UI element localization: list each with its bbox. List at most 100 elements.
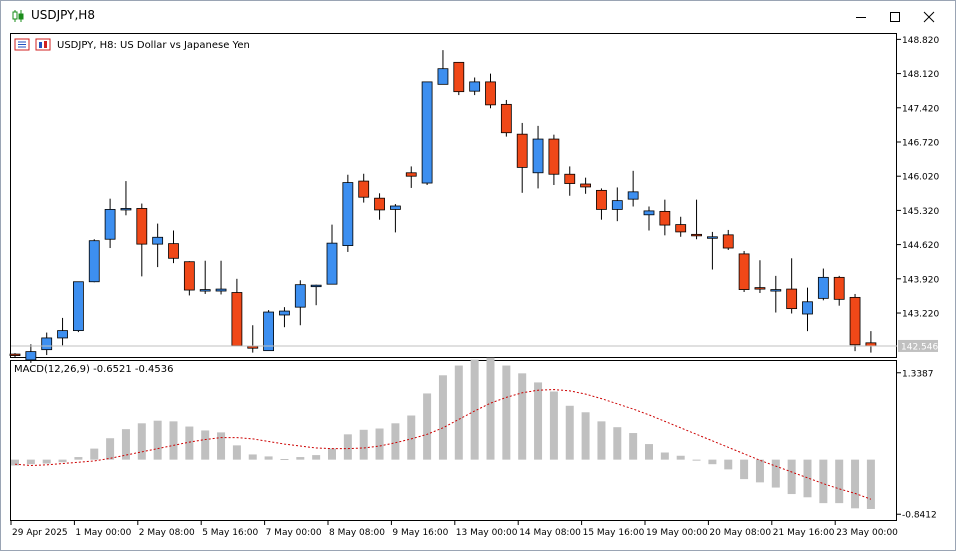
candle-body bbox=[104, 209, 116, 240]
macd-bar bbox=[660, 452, 669, 460]
candle-body bbox=[57, 330, 68, 339]
time-tick-label: 23 May 00:00 bbox=[836, 528, 898, 538]
macd-header: MACD(12,26,9) -0.6521 -0.4536 bbox=[14, 364, 174, 375]
candle-body bbox=[770, 289, 782, 292]
chart-menu-icon[interactable] bbox=[14, 38, 30, 51]
time-tick-label: 15 May 16:00 bbox=[583, 528, 645, 538]
macd-bar bbox=[502, 365, 511, 460]
macd-bar bbox=[42, 459, 51, 464]
time-tick-label: 14 May 08:00 bbox=[519, 528, 581, 538]
macd-bar bbox=[232, 445, 241, 460]
macd-bar bbox=[106, 438, 115, 460]
candle-body bbox=[469, 81, 481, 92]
close-button[interactable] bbox=[912, 1, 946, 32]
macd-bar bbox=[423, 393, 432, 460]
macd-bar bbox=[724, 459, 733, 470]
candle-body bbox=[596, 189, 607, 210]
time-tick-label: 2 May 08:00 bbox=[139, 528, 195, 538]
macd-bar bbox=[629, 433, 638, 460]
macd-bar bbox=[676, 455, 685, 460]
candle-body bbox=[389, 205, 401, 210]
macd-bar bbox=[486, 357, 495, 460]
minimize-button[interactable] bbox=[844, 1, 878, 32]
macd-bar bbox=[74, 457, 83, 460]
macd-bar bbox=[534, 382, 543, 460]
candle-body bbox=[183, 261, 195, 291]
macd-bar bbox=[755, 459, 764, 483]
candle-body bbox=[25, 351, 37, 361]
chart-canvas[interactable]: USDJPY, H8: US Dollar vs Japanese Yen MA… bbox=[9, 32, 949, 546]
candle-body bbox=[136, 208, 148, 245]
window-title: USDJPY,H8 bbox=[31, 8, 95, 22]
candle-body bbox=[802, 301, 813, 315]
candle-body bbox=[73, 281, 84, 332]
candle-body bbox=[326, 242, 338, 285]
candle-body bbox=[675, 224, 687, 233]
macd-bar bbox=[454, 365, 463, 460]
macd-bar bbox=[866, 459, 875, 509]
close-icon bbox=[923, 11, 935, 22]
candle-body bbox=[294, 284, 306, 308]
macd-bar bbox=[819, 459, 828, 504]
candle-body bbox=[707, 236, 718, 239]
macd-bar bbox=[26, 459, 35, 465]
candle-body bbox=[421, 81, 433, 184]
macd-bar bbox=[359, 429, 368, 460]
time-tick-label: 13 May 00:00 bbox=[456, 528, 518, 538]
maximize-button[interactable] bbox=[878, 1, 912, 32]
price-tick-label: 144.620 bbox=[902, 241, 939, 251]
candle-body bbox=[342, 182, 354, 246]
price-tick-label: 143.220 bbox=[902, 310, 939, 320]
time-tick-label: 1 May 00:00 bbox=[75, 528, 131, 538]
candle-body bbox=[453, 61, 465, 93]
candle-body bbox=[659, 210, 671, 226]
one-click-trading-icon[interactable] bbox=[35, 38, 51, 51]
macd-axis: 1.3387 -0.8412 bbox=[897, 369, 937, 521]
time-tick-label: 7 May 00:00 bbox=[266, 528, 322, 538]
macd-bar bbox=[518, 373, 527, 460]
macd-bar bbox=[343, 434, 352, 460]
candle-body bbox=[120, 208, 132, 211]
price-axis: 148.820 148.120 147.420 146.720 146.020 145.3… bbox=[897, 36, 939, 320]
candle-body bbox=[358, 180, 370, 198]
candle-body bbox=[215, 288, 227, 292]
macd-bar bbox=[375, 428, 384, 460]
macd-bar bbox=[645, 444, 653, 460]
macd-bar bbox=[264, 456, 273, 460]
macd-bar bbox=[708, 459, 717, 465]
time-tick-label: 29 Apr 2025 bbox=[12, 528, 68, 538]
price-tick-label: 147.420 bbox=[902, 104, 939, 114]
macd-bar bbox=[581, 412, 590, 460]
time-axis: 29 Apr 2025 1 May 00:00 2 May 08:00 5 May 1… bbox=[10, 521, 898, 538]
candle-body bbox=[231, 292, 243, 347]
macd-bar bbox=[121, 429, 130, 460]
candle-body bbox=[485, 81, 496, 106]
macd-bar bbox=[58, 459, 67, 463]
current-price-label: 142.546 bbox=[901, 342, 938, 352]
time-tick-label: 19 May 00:00 bbox=[646, 528, 708, 538]
candle-body bbox=[500, 103, 512, 134]
macd-bar bbox=[771, 459, 780, 488]
macd-bar bbox=[280, 458, 289, 460]
candle-body bbox=[611, 200, 623, 210]
candle-body bbox=[263, 311, 275, 352]
title-bar[interactable]: USDJPY,H8 bbox=[1, 1, 955, 32]
candle-body bbox=[199, 289, 211, 292]
time-tick-label: 9 May 16:00 bbox=[392, 528, 448, 538]
macd-bar bbox=[248, 454, 257, 460]
macd-bar bbox=[201, 430, 210, 460]
candle-body bbox=[691, 233, 702, 237]
candle-body bbox=[88, 240, 100, 283]
candle-body bbox=[754, 287, 766, 290]
candle-body bbox=[516, 133, 528, 168]
macd-bar bbox=[613, 427, 622, 460]
time-tick-label: 20 May 08:00 bbox=[709, 528, 771, 538]
time-tick-label: 8 May 08:00 bbox=[329, 528, 385, 538]
candle-body bbox=[817, 276, 829, 299]
time-tick-label: 5 May 16:00 bbox=[202, 528, 258, 538]
candle-body bbox=[152, 236, 164, 245]
macd-bar bbox=[692, 459, 701, 461]
candle-body bbox=[374, 197, 385, 211]
minimize-icon bbox=[856, 16, 866, 18]
macd-bar bbox=[137, 423, 146, 460]
